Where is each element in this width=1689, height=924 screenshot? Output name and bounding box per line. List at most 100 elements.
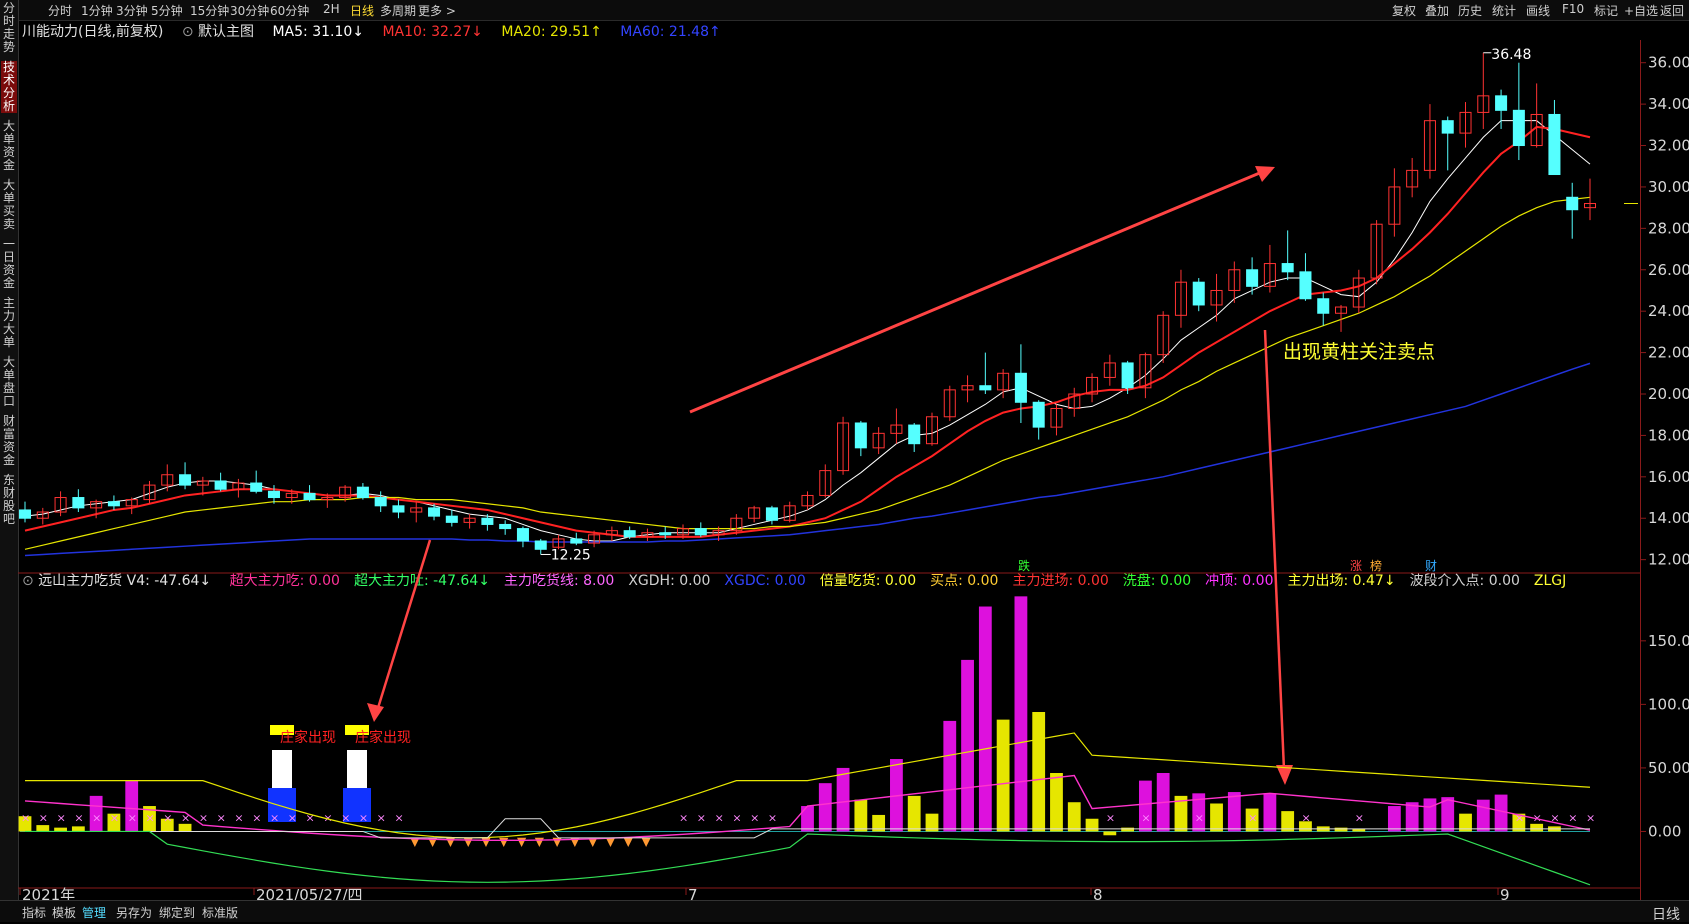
bottom-tab-0[interactable]: 指标 (22, 904, 46, 921)
bottom-tab-1[interactable]: 模板 (52, 904, 76, 921)
candle-body (1032, 401, 1045, 428)
candle-body (428, 507, 441, 517)
sell-arrow-line (1263, 329, 1286, 771)
candle-body (1317, 298, 1330, 314)
x-marker: × (377, 811, 386, 824)
low-price-label: 12.25 (551, 547, 591, 563)
price-chart[interactable]: 36.0034.0032.0030.0028.0026.0024.0022.00… (0, 0, 1689, 921)
candle-body (1548, 113, 1561, 176)
candle-body (570, 538, 583, 544)
x-marker: × (1248, 811, 1257, 824)
candle-body (623, 530, 636, 538)
x-marker: × (394, 811, 403, 824)
candle-body (250, 482, 263, 492)
buy-drop-icon: ▼ (535, 834, 545, 848)
x-marker: × (57, 811, 66, 824)
candle-body (659, 532, 672, 536)
candle-body (765, 507, 778, 521)
yellow-bar (907, 795, 921, 832)
x-marker: × (679, 811, 688, 824)
magenta-bar (1263, 793, 1277, 832)
zhuang-arrow-head (367, 703, 384, 722)
candle-body (1121, 362, 1134, 389)
zhuang-arrow-line (376, 539, 432, 709)
candle-body (392, 505, 405, 513)
x-marker: × (234, 811, 243, 824)
x-marker: × (1515, 811, 1524, 824)
x-marker: × (21, 811, 30, 824)
candle-body (179, 474, 192, 486)
x-marker: × (217, 811, 226, 824)
magenta-bar (961, 659, 974, 832)
bottom-tab-5[interactable]: 标准版 (202, 904, 238, 921)
bottom-tab-2[interactable]: 管理 (82, 904, 106, 921)
x-marker: × (1568, 811, 1577, 824)
x-marker: × (39, 811, 48, 824)
signal-mark-0: 跌 (1018, 558, 1030, 573)
magenta-bar (978, 606, 992, 832)
yellow-bar (1085, 818, 1099, 832)
x-marker: × (1301, 811, 1310, 824)
buy-drop-icon: ▼ (517, 834, 527, 848)
zhuang-label-0: 庄家出现 (280, 729, 336, 746)
candle-body (214, 480, 227, 490)
bottom-tab-3[interactable]: 另存为 (116, 904, 152, 921)
candle-body (1512, 109, 1525, 147)
x-marker: × (732, 811, 741, 824)
sell-note-label: 出现黄柱关注卖点 (1283, 341, 1435, 363)
candle-body (854, 422, 867, 449)
bottom-tab-4[interactable]: 绑定到 (159, 904, 195, 921)
buy-drop-icon: ▼ (410, 834, 420, 848)
candle-body (107, 501, 120, 507)
magenta-bar (1014, 596, 1028, 832)
zhuang-white-block-1 (347, 750, 367, 788)
x-marker: × (1195, 811, 1204, 824)
yellow-bar (36, 825, 50, 832)
buy-drop-icon: ▼ (606, 834, 616, 848)
candle-body (445, 515, 458, 523)
candle-body (1281, 263, 1294, 273)
magenta-bar (836, 767, 850, 832)
yellow-bar (1103, 831, 1117, 836)
candle-body (481, 517, 494, 525)
candle-body (374, 497, 387, 507)
yellow-bar (1067, 802, 1081, 832)
magenta-bar (818, 783, 832, 832)
magenta-bar (801, 806, 814, 832)
x-marker: × (145, 811, 154, 824)
signal-mark-2: 榜 (1370, 558, 1382, 573)
candle-body (694, 528, 707, 536)
candle-body (18, 509, 32, 519)
yellow-bar (178, 823, 192, 832)
bottom-period-label[interactable]: 日线 (1652, 904, 1680, 924)
candle-body (908, 424, 921, 445)
candle-body (979, 385, 992, 391)
x-marker: × (1355, 811, 1364, 824)
yellow-bar (1281, 811, 1295, 832)
candle-body (303, 492, 316, 501)
x-marker: × (1106, 811, 1115, 824)
candle-body (1566, 196, 1579, 211)
magenta-bar (943, 720, 957, 832)
signal-mark-3: 财 (1425, 559, 1437, 573)
ma-line-ma10 (24, 125, 1591, 538)
candle-body (1246, 269, 1259, 287)
candle-body (516, 528, 529, 542)
x-marker: × (1586, 811, 1595, 824)
x-marker: × (270, 811, 279, 824)
candle-body (1299, 271, 1312, 300)
buy-drop-icon: ▼ (588, 834, 598, 848)
x-marker: × (110, 811, 119, 824)
x-marker: × (697, 811, 706, 824)
candle-body (72, 497, 85, 509)
magenta-bar (1227, 792, 1241, 832)
magenta-bar (1476, 799, 1490, 832)
x-marker: × (128, 811, 137, 824)
y-axis-panel (1640, 40, 1689, 900)
candle-body (1441, 120, 1454, 134)
candle-body (356, 486, 369, 499)
yellow-bar (1050, 773, 1063, 832)
x-marker: × (92, 811, 101, 824)
x-marker: × (74, 811, 83, 824)
buy-drop-icon: ▼ (464, 834, 474, 848)
